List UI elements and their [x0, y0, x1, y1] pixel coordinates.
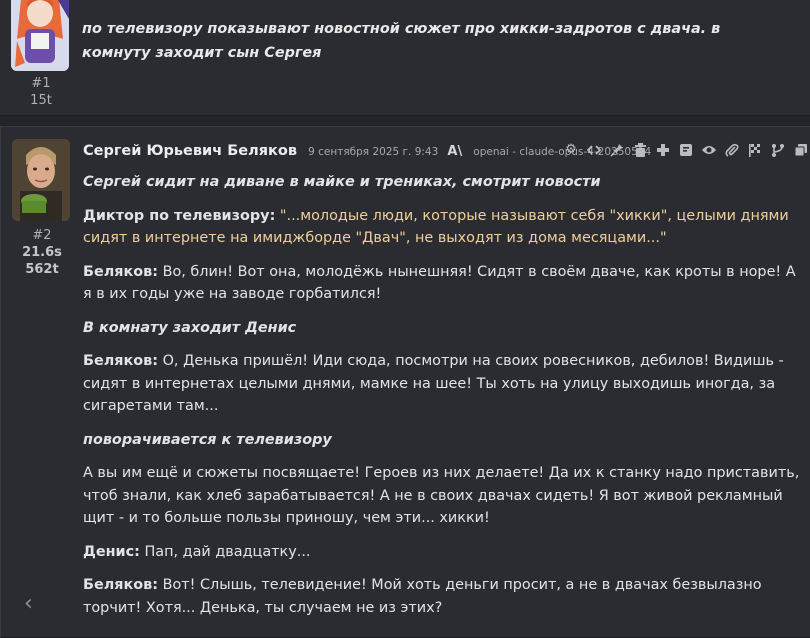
dialogue-line: Денис: Пап, дай двадцатку... [83, 541, 805, 564]
timestamp: 9 сентября 2025 г. 9:43 [308, 146, 439, 158]
branch-icon[interactable] [770, 142, 786, 158]
pin-icon[interactable] [609, 142, 625, 158]
man-with-mug-avatar-image [12, 139, 70, 221]
message-index: #1 [31, 76, 51, 91]
token-count: 15t [30, 93, 52, 108]
message-toolbar: ⚙ [563, 142, 809, 158]
message-2: #2 21.6s 562t Сергей Юрьевич Беляков 9 с… [0, 126, 810, 638]
add-icon[interactable] [655, 142, 671, 158]
dialogue-line: Беляков: Во, блин! Вот она, молодёжь нын… [83, 261, 805, 306]
trash-icon[interactable] [632, 142, 648, 158]
dialogue-line: Диктор по телевизору: "...молодые люди, … [83, 205, 805, 250]
token-count: 562t [25, 262, 59, 277]
generation-time: 21.6s [22, 245, 62, 260]
speaker-name: Диктор по телевизору: [83, 207, 276, 224]
stage-direction: В комнату заходит Денис [83, 319, 297, 336]
dialogue-text: Во, блин! Вот она, молодёжь нынешняя! Си… [83, 263, 796, 303]
message-index: #2 [32, 228, 52, 243]
note-icon[interactable] [678, 142, 694, 158]
speaker-name: Беляков: [83, 353, 159, 369]
copy-icon[interactable] [793, 142, 809, 158]
message-text: по телевизору показывают новостной сюжет… [82, 21, 721, 61]
dialogue-text: А вы им ещё и сюжеты посвящаете! Героев … [83, 465, 800, 526]
avatar[interactable] [11, 0, 69, 71]
author-name: Сергей Юрьевич Беляков [83, 143, 298, 159]
settings-icon[interactable]: ⚙ [563, 142, 579, 158]
flag-icon[interactable] [747, 142, 763, 158]
message-1: #1 15t по телевизору показывают новостно… [0, 0, 810, 116]
dialogue-text: Вот! Слышь, телевидение! Мой хоть деньги… [83, 577, 762, 616]
stage-direction: Сергей сидит на диване в майке и треника… [83, 174, 601, 190]
anime-character-avatar-image [11, 0, 69, 71]
dialogue-text: О, Денька пришёл! Иди сюда, посмотри на … [83, 353, 784, 414]
code-icon[interactable] [586, 142, 602, 158]
chevron-left-icon[interactable]: ‹ [24, 590, 33, 618]
speaker-name: Беляков: [83, 263, 159, 280]
attachment-icon[interactable] [724, 142, 740, 158]
speaker-name: Денис: [83, 543, 140, 560]
message-stats: #2 21.6s 562t [1, 227, 83, 278]
speaker-name: Беляков: [83, 577, 159, 593]
dialogue-line: Беляков: О, Денька пришёл! Иди сюда, пос… [83, 350, 805, 418]
avatar[interactable] [12, 139, 70, 221]
dialogue-line: Беляков: Вот! Слышь, телевидение! Мой хо… [83, 574, 805, 619]
eye-icon[interactable] [701, 142, 717, 158]
message-content: Сергей сидит на диване в майке и треника… [83, 171, 805, 630]
message-stats: #1 15t [0, 75, 82, 109]
dialogue-text: Пап, дай двадцатку... [144, 543, 311, 560]
stage-direction: поворачивается к телевизору [83, 431, 332, 448]
anthropic-icon: A\ [447, 144, 463, 159]
